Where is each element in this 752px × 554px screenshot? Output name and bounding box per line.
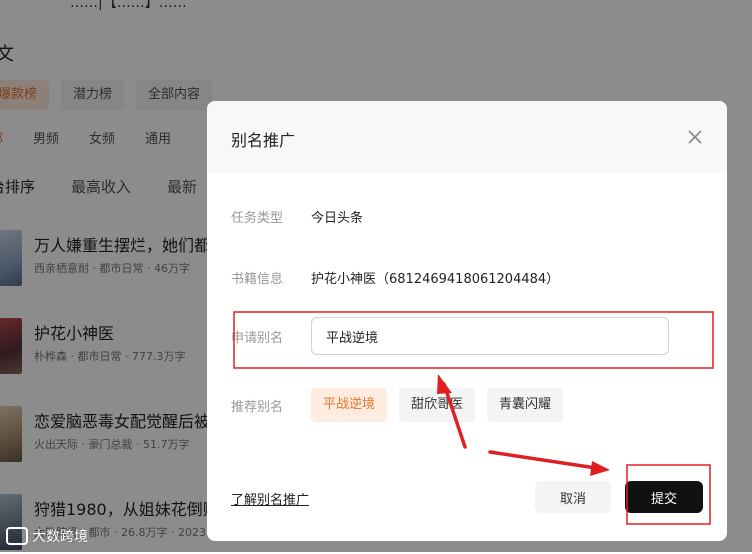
- book-info-row: 书籍信息 护花小神医（6812469418061204484）: [231, 268, 559, 287]
- watermark-logo-icon: [6, 527, 28, 545]
- book-info-label: 书籍信息: [231, 272, 284, 287]
- recommend-tag[interactable]: 甜欣哥医: [399, 388, 476, 422]
- alias-label: 申请别名: [231, 330, 284, 346]
- alias-promotion-dialog: 别名推广 任务类型 今日头条 书籍信息 护花小神医（68124694180612…: [207, 101, 727, 541]
- task-type-label: 任务类型: [231, 211, 284, 226]
- recommend-row: 推荐别名 平战逆境 甜欣哥医 青囊闪耀: [231, 388, 575, 422]
- submit-button[interactable]: 提交: [625, 481, 703, 513]
- recommend-tag[interactable]: 平战逆境: [311, 388, 388, 422]
- alias-row: 申请别名: [231, 317, 669, 355]
- close-icon[interactable]: [685, 127, 705, 147]
- alias-input[interactable]: [311, 317, 669, 355]
- recommend-tag[interactable]: 青囊闪耀: [487, 388, 564, 422]
- watermark-text: 大数跨境: [32, 529, 88, 545]
- task-type-value: 今日头条: [311, 211, 364, 226]
- book-info-value: 护花小神医（6812469418061204484）: [311, 272, 560, 287]
- learn-alias-link[interactable]: 了解别名推广: [231, 489, 309, 508]
- cancel-button[interactable]: 取消: [535, 481, 611, 513]
- task-type-row: 任务类型 今日头条: [231, 207, 363, 226]
- recommend-label: 推荐别名: [231, 399, 284, 415]
- dialog-title: 别名推广: [231, 131, 296, 150]
- dialog-header: 别名推广: [207, 101, 727, 173]
- watermark: 大数跨境: [6, 526, 88, 546]
